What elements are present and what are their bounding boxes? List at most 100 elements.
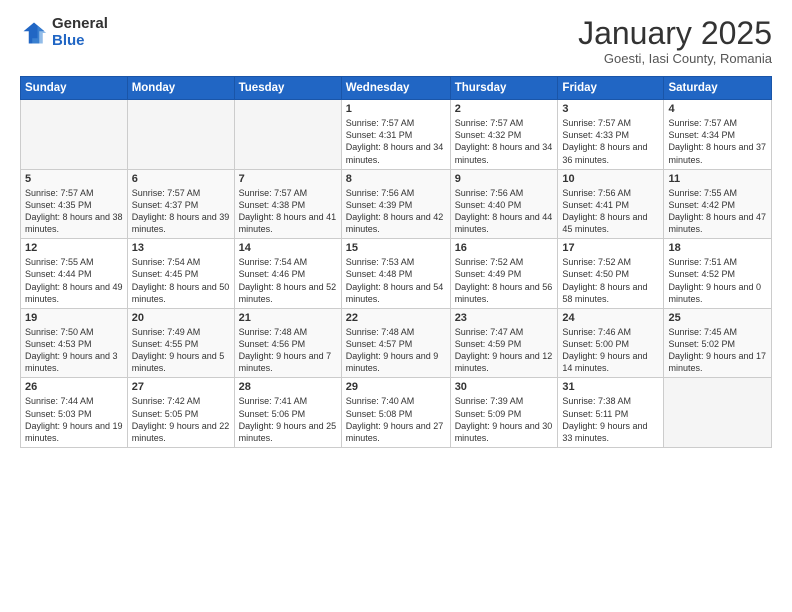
logo-icon [20, 19, 48, 47]
day-info: Sunrise: 7:48 AM Sunset: 4:57 PM Dayligh… [346, 326, 446, 375]
day-info: Sunrise: 7:57 AM Sunset: 4:33 PM Dayligh… [562, 117, 659, 166]
calendar-cell: 15 Sunrise: 7:53 AM Sunset: 4:48 PM Dayli… [341, 239, 450, 309]
day-info: Sunrise: 7:57 AM Sunset: 4:31 PM Dayligh… [346, 117, 446, 166]
day-number: 12 [25, 242, 123, 254]
day-number: 11 [668, 173, 767, 185]
day-info: Sunrise: 7:57 AM Sunset: 4:34 PM Dayligh… [668, 117, 767, 166]
day-info: Sunrise: 7:57 AM Sunset: 4:32 PM Dayligh… [455, 117, 554, 166]
calendar-week-row: 5 Sunrise: 7:57 AM Sunset: 4:35 PM Daylig… [21, 169, 772, 239]
calendar-cell: 28Sunrise: 7:41 AM Sunset: 5:06 PM Dayli… [234, 378, 341, 448]
calendar-cell: 31Sunrise: 7:38 AM Sunset: 5:11 PM Dayli… [558, 378, 664, 448]
calendar-week-row: 1Sunrise: 7:57 AM Sunset: 4:31 PM Daylig… [21, 100, 772, 170]
day-number: 21 [239, 312, 337, 324]
day-number: 13 [132, 242, 230, 254]
calendar-cell [21, 100, 128, 170]
col-tuesday: Tuesday [234, 77, 341, 100]
calendar-cell [664, 378, 772, 448]
day-number: 17 [562, 242, 659, 254]
day-number: 6 [132, 173, 230, 185]
day-info: Sunrise: 7:40 AM Sunset: 5:08 PM Dayligh… [346, 395, 446, 444]
day-info: Sunrise: 7:46 AM Sunset: 5:00 PM Dayligh… [562, 326, 659, 375]
day-info: Sunrise: 7:53 AM Sunset: 4:48 PM Dayligh… [346, 256, 446, 305]
day-number: 4 [668, 103, 767, 115]
calendar-cell: 25Sunrise: 7:45 AM Sunset: 5:02 PM Dayli… [664, 308, 772, 378]
day-info: Sunrise: 7:54 AM Sunset: 4:46 PM Dayligh… [239, 256, 337, 305]
day-number: 18 [668, 242, 767, 254]
calendar-header-row: Sunday Monday Tuesday Wednesday Thursday… [21, 77, 772, 100]
col-friday: Friday [558, 77, 664, 100]
calendar-cell: 7 Sunrise: 7:57 AM Sunset: 4:38 PM Daylig… [234, 169, 341, 239]
calendar-cell: 23 Sunrise: 7:47 AM Sunset: 4:59 PM Dayli… [450, 308, 558, 378]
day-info: Sunrise: 7:55 AM Sunset: 4:42 PM Dayligh… [668, 187, 767, 236]
day-number: 20 [132, 312, 230, 324]
calendar-week-row: 19 Sunrise: 7:50 AM Sunset: 4:53 PM Dayli… [21, 308, 772, 378]
day-number: 7 [239, 173, 337, 185]
calendar-cell: 29 Sunrise: 7:40 AM Sunset: 5:08 PM Dayli… [341, 378, 450, 448]
calendar-cell: 16 Sunrise: 7:52 AM Sunset: 4:49 PM Dayli… [450, 239, 558, 309]
logo-text: General Blue [52, 16, 108, 49]
day-info: Sunrise: 7:50 AM Sunset: 4:53 PM Dayligh… [25, 326, 123, 375]
calendar-cell: 11 Sunrise: 7:55 AM Sunset: 4:42 PM Dayli… [664, 169, 772, 239]
calendar-cell: 13 Sunrise: 7:54 AM Sunset: 4:45 PM Dayli… [127, 239, 234, 309]
day-number: 24 [562, 312, 659, 324]
day-number: 26 [25, 381, 123, 393]
calendar-cell: 26 Sunrise: 7:44 AM Sunset: 5:03 PM Dayli… [21, 378, 128, 448]
logo-blue: Blue [52, 33, 108, 50]
location-subtitle: Goesti, Iasi County, Romania [578, 51, 772, 66]
day-info: Sunrise: 7:56 AM Sunset: 4:39 PM Dayligh… [346, 187, 446, 236]
day-number: 5 [25, 173, 123, 185]
col-wednesday: Wednesday [341, 77, 450, 100]
calendar-table: Sunday Monday Tuesday Wednesday Thursday… [20, 76, 772, 448]
day-number: 15 [346, 242, 446, 254]
day-info: Sunrise: 7:41 AM Sunset: 5:06 PM Dayligh… [239, 395, 337, 444]
col-thursday: Thursday [450, 77, 558, 100]
calendar-cell: 20Sunrise: 7:49 AM Sunset: 4:55 PM Dayli… [127, 308, 234, 378]
day-info: Sunrise: 7:52 AM Sunset: 4:49 PM Dayligh… [455, 256, 554, 305]
title-section: January 2025 Goesti, Iasi County, Romani… [578, 16, 772, 66]
day-info: Sunrise: 7:54 AM Sunset: 4:45 PM Dayligh… [132, 256, 230, 305]
day-info: Sunrise: 7:57 AM Sunset: 4:37 PM Dayligh… [132, 187, 230, 236]
col-saturday: Saturday [664, 77, 772, 100]
day-number: 19 [25, 312, 123, 324]
logo-general: General [52, 16, 108, 33]
calendar-cell: 10 Sunrise: 7:56 AM Sunset: 4:41 PM Dayli… [558, 169, 664, 239]
day-info: Sunrise: 7:57 AM Sunset: 4:35 PM Dayligh… [25, 187, 123, 236]
day-info: Sunrise: 7:52 AM Sunset: 4:50 PM Dayligh… [562, 256, 659, 305]
calendar-cell: 5 Sunrise: 7:57 AM Sunset: 4:35 PM Daylig… [21, 169, 128, 239]
calendar-cell: 27 Sunrise: 7:42 AM Sunset: 5:05 PM Dayli… [127, 378, 234, 448]
calendar-week-row: 26 Sunrise: 7:44 AM Sunset: 5:03 PM Dayli… [21, 378, 772, 448]
calendar-cell [234, 100, 341, 170]
calendar-cell: 3Sunrise: 7:57 AM Sunset: 4:33 PM Daylig… [558, 100, 664, 170]
day-number: 23 [455, 312, 554, 324]
calendar-cell: 6 Sunrise: 7:57 AM Sunset: 4:37 PM Daylig… [127, 169, 234, 239]
calendar-cell: 14 Sunrise: 7:54 AM Sunset: 4:46 PM Dayli… [234, 239, 341, 309]
day-number: 25 [668, 312, 767, 324]
day-number: 16 [455, 242, 554, 254]
day-info: Sunrise: 7:57 AM Sunset: 4:38 PM Dayligh… [239, 187, 337, 236]
calendar-cell: 17 Sunrise: 7:52 AM Sunset: 4:50 PM Dayli… [558, 239, 664, 309]
day-info: Sunrise: 7:56 AM Sunset: 4:40 PM Dayligh… [455, 187, 554, 236]
calendar-cell: 8 Sunrise: 7:56 AM Sunset: 4:39 PM Daylig… [341, 169, 450, 239]
day-info: Sunrise: 7:39 AM Sunset: 5:09 PM Dayligh… [455, 395, 554, 444]
calendar-cell: 22 Sunrise: 7:48 AM Sunset: 4:57 PM Dayli… [341, 308, 450, 378]
day-number: 14 [239, 242, 337, 254]
calendar-cell: 24 Sunrise: 7:46 AM Sunset: 5:00 PM Dayli… [558, 308, 664, 378]
day-info: Sunrise: 7:47 AM Sunset: 4:59 PM Dayligh… [455, 326, 554, 375]
day-number: 27 [132, 381, 230, 393]
day-info: Sunrise: 7:48 AM Sunset: 4:56 PM Dayligh… [239, 326, 337, 375]
day-number: 29 [346, 381, 446, 393]
day-info: Sunrise: 7:42 AM Sunset: 5:05 PM Dayligh… [132, 395, 230, 444]
calendar-cell: 21 Sunrise: 7:48 AM Sunset: 4:56 PM Dayli… [234, 308, 341, 378]
day-number: 10 [562, 173, 659, 185]
day-number: 8 [346, 173, 446, 185]
col-monday: Monday [127, 77, 234, 100]
calendar-cell: 2Sunrise: 7:57 AM Sunset: 4:32 PM Daylig… [450, 100, 558, 170]
calendar-cell: 9Sunrise: 7:56 AM Sunset: 4:40 PM Daylig… [450, 169, 558, 239]
day-number: 22 [346, 312, 446, 324]
calendar-cell: 1Sunrise: 7:57 AM Sunset: 4:31 PM Daylig… [341, 100, 450, 170]
logo: General Blue [20, 16, 108, 49]
day-info: Sunrise: 7:44 AM Sunset: 5:03 PM Dayligh… [25, 395, 123, 444]
day-info: Sunrise: 7:56 AM Sunset: 4:41 PM Dayligh… [562, 187, 659, 236]
page: General Blue January 2025 Goesti, Iasi C… [0, 0, 792, 612]
day-number: 30 [455, 381, 554, 393]
